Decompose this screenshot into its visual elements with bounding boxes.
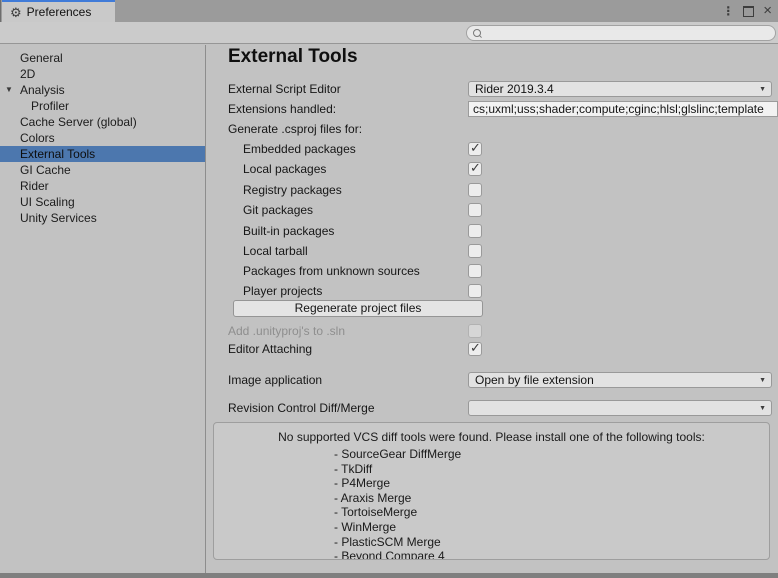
csproj-section-label: Generate .csproj files for: [228,121,362,137]
unknown-sources-checkbox[interactable] [468,264,482,278]
sidebar: General 2D ▼ Analysis Profiler Cache Serv… [0,45,206,573]
image-application-value: Open by file extension [475,373,594,387]
sidebar-item-rider[interactable]: Rider [0,178,205,194]
check-icon: ✓ [470,161,481,175]
editor-attaching-checkbox[interactable]: ✓ [468,342,482,356]
git-packages-checkbox[interactable] [468,203,482,217]
dropdown-arrow-icon: ▼ [759,377,766,384]
window-controls: ⋮ × [722,0,778,22]
add-unityproj-checkbox [468,324,482,338]
add-unityproj-label: Add .unityproj's to .sln [228,323,345,339]
sidebar-item-unity-services[interactable]: Unity Services [0,210,205,226]
local-tarball-label: Local tarball [243,243,308,259]
sidebar-item-ui-scaling[interactable]: UI Scaling [0,194,205,210]
local-packages-checkbox[interactable]: ✓ [468,162,482,176]
gear-icon: ⚙ [10,6,22,19]
sidebar-item-label: Analysis [20,83,65,97]
close-icon[interactable]: × [763,4,772,18]
vcs-tool-item: - Araxis Merge [334,491,769,506]
image-application-label: Image application [228,372,322,388]
window-bottom-edge [0,573,778,578]
revision-control-dropdown[interactable]: ▼ [468,400,772,416]
embedded-packages-checkbox[interactable]: ✓ [468,142,482,156]
sidebar-item-analysis[interactable]: ▼ Analysis [0,82,205,98]
dropdown-arrow-icon: ▼ [759,405,766,412]
search-icon [473,29,481,37]
sidebar-item-colors[interactable]: Colors [0,130,205,146]
preferences-tab[interactable]: ⚙ Preferences [2,0,115,22]
check-icon: ✓ [470,341,481,355]
search-box[interactable] [466,25,776,41]
builtin-packages-label: Built-in packages [243,223,334,239]
git-packages-label: Git packages [243,202,313,218]
vcs-tool-item: - TortoiseMerge [334,505,769,520]
sidebar-item-2d[interactable]: 2D [0,66,205,82]
sidebar-item-profiler[interactable]: Profiler [0,98,205,114]
regenerate-project-files-button[interactable]: Regenerate project files [233,300,483,317]
script-editor-label: External Script Editor [228,81,341,97]
extensions-label: Extensions handled: [228,101,336,117]
content-area: General 2D ▼ Analysis Profiler Cache Serv… [0,45,778,573]
vcs-notice-intro: No supported VCS diff tools were found. … [218,430,765,444]
embedded-packages-label: Embedded packages [243,141,356,157]
editor-attaching-label: Editor Attaching [228,341,312,357]
registry-packages-label: Registry packages [243,182,342,198]
tab-title: Preferences [27,5,92,19]
local-tarball-checkbox[interactable] [468,244,482,258]
chevron-down-icon[interactable]: ▼ [5,82,13,98]
external-tools-panel: External Tools External Script Editor Ri… [207,45,778,573]
preferences-window: ⚙ Preferences ⋮ × General 2D ▼ Analysis P… [0,0,778,578]
player-projects-checkbox[interactable] [468,284,482,298]
sidebar-item-cache-server[interactable]: Cache Server (global) [0,114,205,130]
builtin-packages-checkbox[interactable] [468,224,482,238]
vcs-tool-item: - P4Merge [334,476,769,491]
vcs-tool-item: - TkDiff [334,462,769,477]
check-icon: ✓ [470,141,481,155]
maximize-icon[interactable] [743,6,754,17]
menu-dots-icon[interactable]: ⋮ [722,5,734,17]
search-input[interactable] [485,26,769,42]
sidebar-item-general[interactable]: General [0,50,205,66]
vcs-tool-item: - WinMerge [334,520,769,535]
revision-control-label: Revision Control Diff/Merge [228,400,375,416]
player-projects-label: Player projects [243,283,322,299]
vcs-tool-item: - SourceGear DiffMerge [334,447,769,462]
toolbar [0,22,778,44]
image-application-dropdown[interactable]: Open by file extension ▼ [468,372,772,388]
registry-packages-checkbox[interactable] [468,183,482,197]
sidebar-item-external-tools[interactable]: External Tools [0,146,205,162]
script-editor-value: Rider 2019.3.4 [475,82,554,96]
extensions-input[interactable]: cs;uxml;uss;shader;compute;cginc;hlsl;gl… [468,101,778,117]
vcs-notice-box: No supported VCS diff tools were found. … [213,422,770,560]
script-editor-dropdown[interactable]: Rider 2019.3.4 ▼ [468,81,772,97]
local-packages-label: Local packages [243,161,326,177]
tab-bar: ⚙ Preferences ⋮ × [0,0,778,22]
unknown-sources-label: Packages from unknown sources [243,263,420,279]
sidebar-item-gi-cache[interactable]: GI Cache [0,162,205,178]
vcs-tool-item: - PlasticSCM Merge [334,535,769,550]
page-title: External Tools [228,46,358,68]
vcs-tool-item: - Beyond Compare 4 [334,549,769,560]
dropdown-arrow-icon: ▼ [759,86,766,93]
